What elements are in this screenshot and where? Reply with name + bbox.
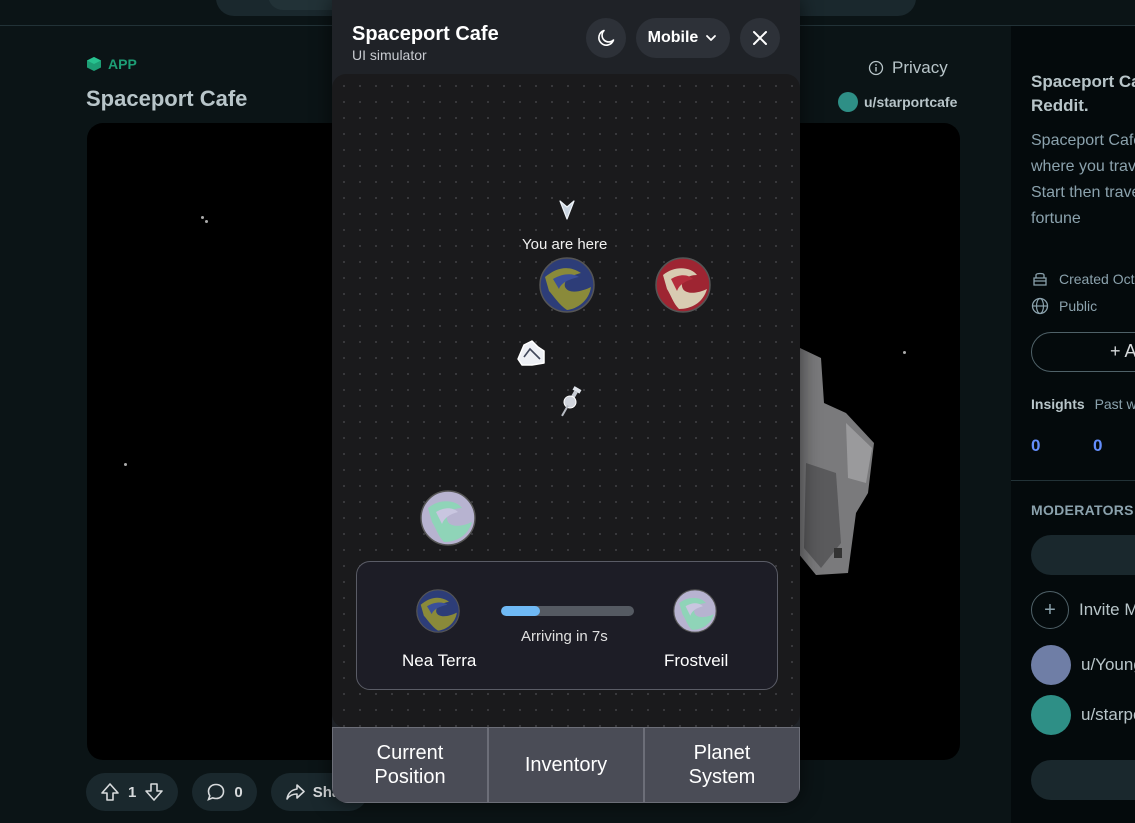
share-icon [285, 784, 305, 800]
author-link[interactable]: u/starportcafe [838, 92, 957, 112]
moon-icon [598, 29, 615, 46]
nea-terra-planet-icon[interactable] [539, 257, 595, 313]
comment-count: 0 [234, 783, 243, 801]
sidebar-description: Spaceport Cafe is a game where you trave… [1031, 132, 1135, 227]
insights-label: Insights [1031, 396, 1085, 412]
add-button[interactable]: + Add [1031, 332, 1135, 372]
message-mods-button[interactable] [1031, 535, 1135, 575]
vote-count: 1 [128, 783, 137, 801]
privacy-label: Privacy [892, 58, 948, 77]
moderator-name: u/Young [1081, 655, 1135, 674]
game-map[interactable]: You are here Nea Terra Arriving in 7s Fr… [332, 74, 800, 728]
privacy-link[interactable]: Privacy [868, 58, 948, 78]
tab-label: Current Position [374, 742, 446, 788]
arrival-status: Arriving in 7s [521, 628, 608, 645]
tab-current-position[interactable]: Current Position [332, 727, 488, 803]
close-button[interactable] [740, 18, 780, 58]
invite-label: Invite Mod [1079, 600, 1135, 619]
device-label: Mobile [647, 29, 699, 46]
sidebar-title: Spaceport Cafe on Reddit. [1031, 72, 1135, 115]
theme-toggle-button[interactable] [586, 18, 626, 58]
app-tag: APP [86, 56, 137, 72]
tab-label: Inventory [524, 754, 608, 776]
upvote-icon[interactable] [100, 782, 120, 802]
right-sidebar: Spaceport Cafe on Reddit. Spaceport Cafe… [1011, 26, 1135, 823]
insights-header: Insights Past week [1031, 396, 1135, 412]
insight-value: 0 [1031, 436, 1041, 455]
divider [1011, 480, 1135, 481]
avatar [1031, 645, 1071, 685]
vote-group: 1 [86, 773, 179, 811]
ship-icon [561, 386, 582, 417]
nea-terra-planet-icon [416, 589, 460, 633]
travel-progress-fill [501, 606, 540, 616]
tab-inventory[interactable]: Inventory [488, 727, 644, 803]
moderator-item[interactable]: u/Young [1031, 645, 1135, 685]
info-icon [868, 60, 884, 76]
globe-icon [1031, 297, 1049, 315]
travel-status-card: Nea Terra Arriving in 7s Frostveil [356, 561, 778, 690]
simulator-title: Spaceport Cafe [352, 23, 499, 45]
travel-progress-bar [501, 606, 634, 616]
avatar [838, 92, 858, 112]
you-are-here-label: You are here [522, 236, 608, 253]
invite-mod-button[interactable]: + Invite Mod [1031, 591, 1135, 629]
ui-simulator: Spaceport Cafe UI simulator Mobile You a… [332, 0, 800, 803]
destination-planet-name: Frostveil [664, 651, 729, 670]
asteroid-icon[interactable] [514, 337, 548, 369]
plus-icon: + [1031, 591, 1069, 629]
moderator-name: u/starportcafe [1081, 705, 1135, 724]
device-select[interactable]: Mobile [636, 18, 730, 58]
view-all-button[interactable] [1031, 760, 1135, 800]
star [124, 463, 127, 466]
created-label: Created Oct [1059, 271, 1135, 287]
cake-icon [1033, 272, 1047, 286]
insight-value: 0 [1093, 436, 1103, 455]
frostveil-planet-icon[interactable] [420, 490, 476, 546]
comments-button[interactable]: 0 [192, 773, 257, 811]
moderator-item[interactable]: u/starportcafe [1031, 695, 1135, 735]
post-title: Spaceport Cafe [86, 86, 248, 111]
visibility-label: Public [1059, 298, 1098, 314]
chevron-down-icon [706, 35, 717, 41]
star [903, 351, 906, 354]
add-button-label: + Add [1110, 341, 1135, 361]
red-planet-icon[interactable] [655, 257, 711, 313]
comment-icon [207, 783, 225, 801]
created-meta: Created Oct [1031, 270, 1134, 288]
origin-planet-name: Nea Terra [402, 651, 477, 670]
cube-icon [87, 57, 101, 71]
moderators-heading: MODERATORS [1031, 502, 1134, 518]
location-marker-icon [559, 200, 575, 220]
spaceship-image [796, 348, 874, 575]
insights-period: Past week [1094, 396, 1135, 412]
star [205, 220, 208, 223]
post-actions: 1 0 Share [86, 773, 369, 811]
avatar [1031, 695, 1071, 735]
close-icon [753, 31, 767, 45]
frostveil-planet-icon [673, 589, 717, 633]
downvote-icon[interactable] [144, 782, 164, 802]
star [201, 216, 204, 219]
visibility-meta: Public [1031, 297, 1097, 315]
tab-label: Planet System [688, 742, 756, 788]
simulator-subtitle: UI simulator [352, 47, 427, 63]
tab-planet-system[interactable]: Planet System [644, 727, 800, 803]
bottom-tab-bar: Current Position Inventory Planet System [332, 727, 800, 803]
author-name: u/starportcafe [864, 94, 958, 110]
app-tag-label: APP [108, 56, 137, 72]
simulator-header: Spaceport Cafe UI simulator Mobile [332, 0, 800, 74]
